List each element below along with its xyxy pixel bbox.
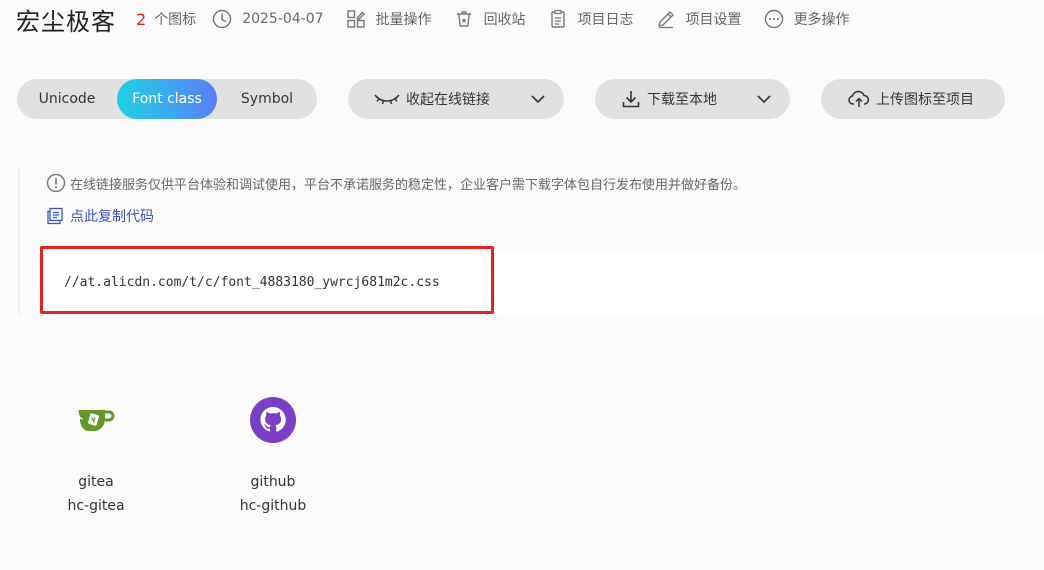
- service-notice-text: 在线链接服务仅供平台体验和调试使用，平台不承诺服务的稳定性，企业客户需下载字体包…: [70, 177, 747, 193]
- more-ops-button[interactable]: 更多操作: [764, 9, 850, 29]
- format-tab-group: Unicode Font class Symbol: [17, 79, 317, 119]
- icon-count: 2: [136, 9, 147, 29]
- closed-eye-icon: [374, 94, 400, 105]
- icon-class-name: hc-gitea: [67, 498, 125, 514]
- icon-name: github: [250, 474, 296, 490]
- collapse-online-link-button[interactable]: 收起在线链接: [348, 79, 564, 119]
- recycle-bin-label: 回收站: [483, 12, 526, 28]
- project-settings-label: 项目设置: [685, 12, 742, 28]
- upload-to-project-label: 上传图标至项目: [876, 92, 974, 108]
- service-notice: 在线链接服务仅供平台体验和调试使用，平台不承诺服务的稳定性，企业客户需下载字体包…: [46, 173, 746, 193]
- upload-to-project-button[interactable]: 上传图标至项目: [821, 79, 1005, 119]
- date-info: 2025-04-07: [212, 9, 324, 29]
- batch-ops-label: 批量操作: [375, 12, 432, 28]
- project-header: 宏尘极客 2 个图标 2025-04-07 批量操作 回收站 项目日志 项目设置…: [16, 0, 872, 38]
- info-circle-icon: [46, 173, 66, 193]
- icon-name: gitea: [78, 474, 114, 490]
- gitea-icon: [77, 409, 115, 431]
- glyph-wrapper: [26, 392, 166, 448]
- github-icon: [250, 397, 296, 443]
- icon-card-gitea[interactable]: gitea hc-gitea: [26, 392, 166, 514]
- copy-code-link[interactable]: 点此复制代码: [46, 206, 154, 226]
- download-icon: [622, 91, 640, 108]
- icon-card-github[interactable]: github hc-github: [203, 392, 343, 514]
- highlight-annotation-box: [40, 246, 494, 314]
- project-settings-button[interactable]: 项目设置: [656, 9, 742, 29]
- cloud-upload-icon: [848, 90, 870, 107]
- clipboard-icon: [550, 9, 565, 28]
- trash-icon: [456, 11, 471, 27]
- project-title: 宏尘极客: [16, 7, 116, 36]
- copy-code-label: 点此复制代码: [70, 209, 154, 225]
- tab-font-class[interactable]: Font class: [117, 79, 217, 119]
- date-text: 2025-04-07: [242, 11, 324, 27]
- recycle-bin-button[interactable]: 回收站: [454, 9, 526, 29]
- clock-icon: [212, 9, 232, 29]
- download-local-label: 下载至本地: [647, 92, 717, 108]
- chevron-down-icon: [531, 95, 545, 104]
- more-dots-icon: [764, 9, 783, 29]
- tab-symbol[interactable]: Symbol: [217, 79, 317, 119]
- collapse-online-link-label: 收起在线链接: [406, 92, 490, 108]
- project-log-label: 项目日志: [577, 12, 634, 28]
- glyph-wrapper: [203, 392, 343, 448]
- tab-unicode[interactable]: Unicode: [17, 79, 117, 119]
- copy-doc-icon: [47, 207, 63, 225]
- project-log-button[interactable]: 项目日志: [548, 9, 634, 29]
- pencil-icon: [657, 11, 674, 29]
- download-local-button[interactable]: 下载至本地: [595, 79, 790, 119]
- batch-ops-button[interactable]: 批量操作: [346, 9, 432, 29]
- icon-class-name: hc-github: [239, 498, 307, 514]
- grid-edit-icon: [346, 10, 365, 28]
- chevron-down-icon: [757, 95, 771, 104]
- icon-count-label: 个图标: [154, 12, 197, 28]
- more-ops-label: 更多操作: [793, 12, 850, 28]
